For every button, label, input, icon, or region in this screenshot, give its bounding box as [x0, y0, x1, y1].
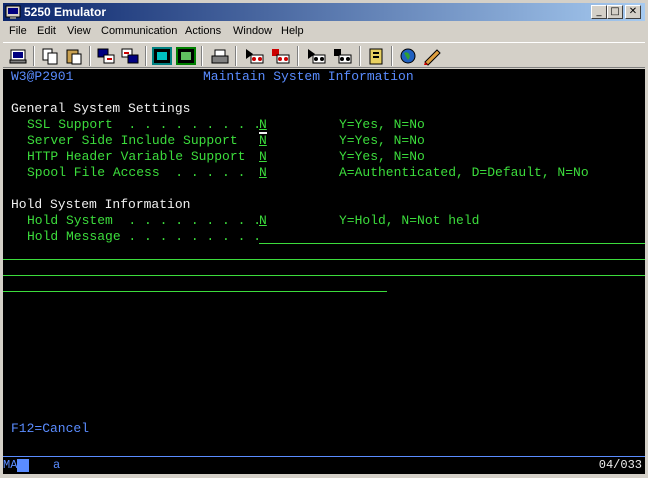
record-icon: [246, 49, 264, 64]
toolbar-separator: [391, 46, 393, 66]
display-icon: [152, 47, 172, 65]
toolbar: [3, 42, 645, 68]
emulator-window: 5250 Emulator _ □ ✕ File Edit View Commu…: [0, 0, 648, 478]
status-indicator: a: [53, 458, 61, 472]
status-bar: MA a 04/033: [3, 456, 645, 474]
menu-bar: File Edit View Communication Actions Win…: [3, 22, 645, 41]
display-button[interactable]: [151, 46, 173, 66]
macro-button[interactable]: [209, 46, 231, 66]
http-header-field[interactable]: N: [259, 149, 267, 165]
maximize-icon: □: [610, 6, 620, 17]
hold-system-field[interactable]: N: [259, 213, 267, 229]
hold-message-field-line-1[interactable]: [259, 243, 645, 244]
print-screen-button[interactable]: [7, 46, 29, 66]
ssl-support-label: SSL Support . . . . . . . . .: [27, 117, 262, 132]
hold-message-field-line-2[interactable]: [3, 259, 645, 260]
ssl-support-hint: Y=Yes, N=No: [339, 117, 425, 132]
screen-title: Maintain System Information: [203, 69, 414, 84]
menu-window[interactable]: Window: [233, 25, 272, 37]
terminal-screen[interactable]: W3@P2901 Maintain System Information Gen…: [3, 69, 645, 456]
window-title: 5250 Emulator: [24, 5, 107, 19]
title-bar: 5250 Emulator _ □ ✕: [3, 3, 645, 21]
close-icon: ✕: [628, 6, 638, 17]
receive-icon: [121, 48, 139, 64]
program-id: W3@P2901: [11, 69, 74, 84]
ssi-support-hint: Y=Yes, N=No: [339, 133, 425, 148]
hold-info-header: Hold System Information: [11, 197, 191, 212]
paste-button[interactable]: [63, 46, 85, 66]
play-icon: [308, 49, 326, 64]
globe-icon: [400, 48, 416, 64]
minimize-icon: _: [596, 6, 602, 17]
menu-actions[interactable]: Actions: [185, 25, 221, 37]
globe-button[interactable]: [397, 46, 419, 66]
hold-message-field-line-4[interactable]: [3, 291, 387, 292]
menu-view[interactable]: View: [67, 25, 91, 37]
input-inhibited-icon: [17, 459, 29, 472]
menu-file[interactable]: File: [9, 25, 27, 37]
send-button[interactable]: [95, 46, 117, 66]
keyboard-button[interactable]: [175, 46, 197, 66]
spool-file-label: Spool File Access . . . . .: [27, 165, 246, 180]
function-keys: F12=Cancel: [11, 421, 90, 436]
print-screen-icon: [9, 49, 27, 64]
hold-system-hint: Y=Hold, N=Not held: [339, 213, 480, 228]
minimize-button[interactable]: _: [591, 5, 607, 19]
edit-button[interactable]: [421, 46, 443, 66]
paste-icon: [66, 49, 82, 65]
clipboard-icon: [369, 48, 383, 65]
edit-icon: [424, 49, 441, 66]
hold-message-field-line-3[interactable]: [3, 275, 645, 276]
app-icon: [5, 5, 21, 19]
ssl-support-field[interactable]: N: [259, 117, 267, 133]
general-settings-header: General System Settings: [11, 101, 191, 116]
toolbar-separator: [145, 46, 147, 66]
ssi-support-field[interactable]: N: [259, 133, 267, 149]
copy-icon: [42, 48, 58, 65]
cursor-position: 04/033: [598, 458, 642, 472]
stop-record-button[interactable]: [269, 46, 291, 66]
macro-icon: [211, 49, 229, 64]
mode-indicator: MA: [3, 458, 18, 472]
spool-file-field[interactable]: N: [259, 165, 267, 181]
hold-message-label: Hold Message . . . . . . . . .: [27, 229, 262, 244]
play-macro-button[interactable]: [331, 46, 353, 66]
menu-edit[interactable]: Edit: [37, 25, 56, 37]
hold-system-label: Hold System . . . . . . . . .: [27, 213, 262, 228]
toolbar-separator: [359, 46, 361, 66]
menu-help[interactable]: Help: [281, 25, 304, 37]
keyboard-icon: [176, 47, 196, 65]
menu-communication[interactable]: Communication: [101, 25, 177, 37]
ssi-support-label: Server Side Include Support: [27, 133, 238, 148]
clipboard-button[interactable]: [365, 46, 387, 66]
toolbar-separator: [235, 46, 237, 66]
toolbar-separator: [33, 46, 35, 66]
toolbar-separator: [89, 46, 91, 66]
spool-file-hint: A=Authenticated, D=Default, N=No: [339, 165, 589, 180]
close-button[interactable]: ✕: [625, 5, 641, 19]
copy-button[interactable]: [39, 46, 61, 66]
toolbar-separator: [297, 46, 299, 66]
stop-record-icon: [272, 49, 290, 64]
http-header-hint: Y=Yes, N=No: [339, 149, 425, 164]
send-icon: [97, 48, 115, 64]
http-header-label: HTTP Header Variable Support: [27, 149, 246, 164]
record-button[interactable]: [243, 46, 265, 66]
maximize-button[interactable]: □: [607, 5, 623, 19]
toolbar-separator: [201, 46, 203, 66]
play-button[interactable]: [305, 46, 327, 66]
play-macro-icon: [334, 49, 352, 64]
receive-button[interactable]: [119, 46, 141, 66]
